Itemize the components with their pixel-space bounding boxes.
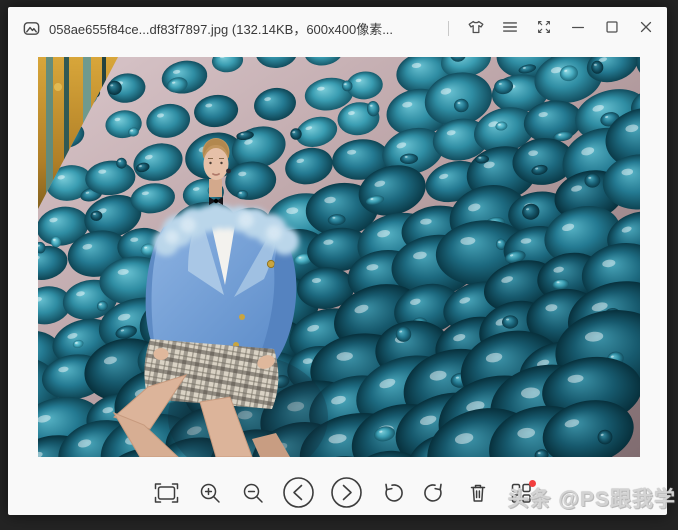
zoom-out-icon: [241, 481, 265, 508]
previous-button[interactable]: [282, 478, 315, 510]
rotate-right-button[interactable]: [421, 478, 449, 510]
hamburger-menu-icon: [501, 18, 519, 39]
watermark: 头条 @PS跟我学: [508, 483, 676, 513]
zoom-out-button[interactable]: [239, 478, 267, 510]
fullscreen-button[interactable]: [531, 14, 557, 42]
expand-arrows-icon: [535, 18, 553, 39]
rotate-left-button[interactable]: [378, 478, 406, 510]
previous-icon: [282, 476, 315, 512]
minimize-icon: [569, 18, 587, 39]
menu-button[interactable]: [497, 14, 523, 42]
rotate-left-icon: [380, 481, 404, 508]
titlebar-controls: [448, 14, 659, 42]
next-button[interactable]: [330, 478, 363, 510]
rotate-right-icon: [423, 481, 447, 508]
skin-shirt-icon: [466, 17, 486, 40]
image-file-icon: [22, 19, 41, 38]
close-icon: [637, 18, 655, 39]
maximize-button[interactable]: [599, 14, 625, 42]
window-title: 058ae655f84ce...df83f7897.jpg (132.14KB，…: [49, 19, 448, 38]
photo[interactable]: [38, 57, 640, 457]
next-icon: [330, 476, 363, 512]
titlebar-divider: [448, 21, 449, 36]
image-canvas: [38, 57, 640, 457]
fit-view-icon: [153, 481, 180, 508]
zoom-in-icon: [198, 481, 222, 508]
minimize-button[interactable]: [565, 14, 591, 42]
close-button[interactable]: [633, 14, 659, 42]
pebble-bubbles: [38, 57, 640, 457]
zoom-in-button[interactable]: [196, 478, 224, 510]
delete-button[interactable]: [464, 478, 492, 510]
image-viewer-window: 058ae655f84ce...df83f7897.jpg (132.14KB，…: [8, 7, 667, 515]
maximize-icon: [603, 18, 621, 39]
skin-button[interactable]: [463, 14, 489, 42]
titlebar[interactable]: 058ae655f84ce...df83f7897.jpg (132.14KB，…: [8, 7, 667, 49]
fit-view-button[interactable]: [153, 478, 181, 510]
delete-trash-icon: [466, 481, 490, 508]
